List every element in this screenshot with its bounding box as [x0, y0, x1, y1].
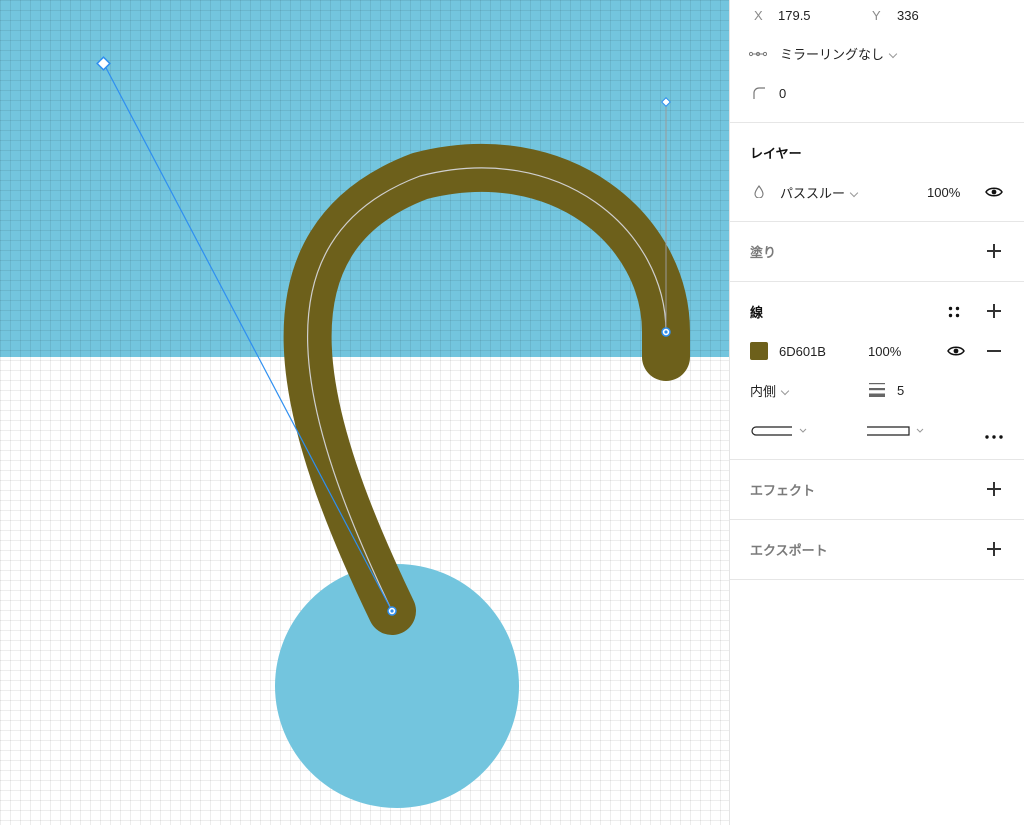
- eye-icon[interactable]: [947, 345, 965, 357]
- stroke-color-swatch[interactable]: [750, 342, 768, 360]
- add-stroke-plus-icon[interactable]: [987, 304, 1001, 318]
- anchor-point-end-core: [664, 330, 668, 334]
- fill-title: 塗り: [750, 244, 777, 260]
- divider: [730, 281, 1024, 282]
- layer-row: パススルー 100%: [730, 177, 1024, 207]
- eye-icon[interactable]: [985, 186, 1003, 198]
- chevron-down-icon: [780, 386, 790, 395]
- stroke-weight-icon: [869, 383, 885, 400]
- fill-header: 塗り: [730, 236, 1024, 266]
- style-dots-icon[interactable]: [948, 306, 960, 321]
- mirroring-row[interactable]: ミラーリングなし: [730, 38, 1024, 68]
- add-export-plus-icon[interactable]: [987, 542, 1001, 556]
- x-input[interactable]: 179.5: [778, 8, 811, 23]
- stroke-hex-input[interactable]: 6D601B: [779, 344, 826, 359]
- start-cap-dropdown[interactable]: [750, 424, 810, 439]
- position-row: X 179.5 Y 336: [730, 0, 1024, 30]
- divider: [730, 519, 1024, 520]
- stroke-weight-input[interactable]: 5: [897, 383, 904, 398]
- export-title: エクスポート: [750, 542, 828, 558]
- corner-radius-icon: [753, 87, 765, 102]
- layer-title: レイヤー: [750, 145, 802, 161]
- stroke-options-row: 内側 5: [730, 375, 1024, 405]
- export-header: エクスポート: [730, 534, 1024, 564]
- chevron-down-icon: [888, 49, 898, 58]
- blend-drop-icon: [754, 185, 764, 201]
- bezier-handle-line-left: [103, 63, 393, 612]
- blend-mode-label: パススルー: [780, 185, 846, 201]
- divider: [730, 221, 1024, 222]
- divider: [730, 459, 1024, 460]
- stroke-color-row: 6D601B 100%: [730, 336, 1024, 366]
- corner-radius-input[interactable]: 0: [779, 86, 786, 101]
- x-label: X: [754, 7, 763, 23]
- stroke-caps-row: [730, 414, 1024, 444]
- blend-mode-dropdown[interactable]: パススルー: [780, 183, 859, 202]
- end-cap-dropdown[interactable]: [867, 424, 927, 439]
- stroke-title: 線: [750, 304, 764, 320]
- stroke-opacity-input[interactable]: 100%: [868, 344, 901, 359]
- stroke-position-label: 内側: [750, 383, 777, 399]
- bezier-handle-diamond-left[interactable]: [96, 56, 111, 71]
- layer-header: レイヤー: [730, 137, 1024, 167]
- canvas-vector-layer[interactable]: [0, 0, 729, 825]
- add-effect-plus-icon[interactable]: [987, 482, 1001, 496]
- y-input[interactable]: 336: [897, 8, 919, 23]
- effects-header: エフェクト: [730, 474, 1024, 504]
- bezier-handle-diamond-right[interactable]: [661, 97, 671, 107]
- add-fill-plus-icon[interactable]: [987, 244, 1001, 258]
- design-canvas[interactable]: [0, 0, 729, 825]
- remove-stroke-minus-icon[interactable]: [987, 344, 1001, 358]
- more-icon[interactable]: [985, 427, 1003, 442]
- effects-title: エフェクト: [750, 482, 816, 498]
- stroke-header: 線: [730, 296, 1024, 326]
- mirroring-icon: [748, 47, 768, 62]
- mirroring-label: ミラーリングなし: [780, 46, 885, 62]
- y-label: Y: [872, 7, 881, 23]
- divider: [730, 122, 1024, 123]
- chevron-down-icon: [849, 188, 859, 197]
- stroke-position-dropdown[interactable]: 内側: [750, 381, 790, 400]
- divider: [730, 579, 1024, 580]
- mirroring-dropdown[interactable]: ミラーリングなし: [780, 44, 898, 63]
- corner-radius-row: 0: [730, 78, 1024, 108]
- layer-opacity-input[interactable]: 100%: [927, 185, 960, 200]
- properties-panel: X 179.5 Y 336 ミラーリングなし 0 レイヤー パススルー 100%…: [729, 0, 1024, 825]
- anchor-point-start-core: [390, 609, 394, 613]
